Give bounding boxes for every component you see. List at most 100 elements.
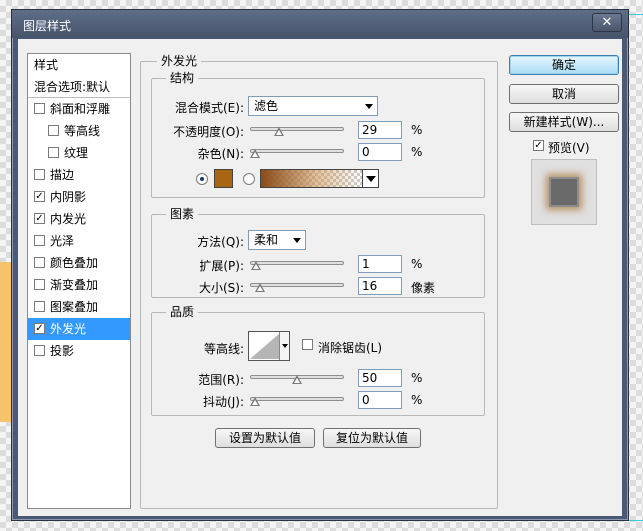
preview-label: 预览(V) <box>548 141 590 155</box>
style-item-checkbox[interactable]: ✓ <box>34 323 45 334</box>
style-item[interactable]: 斜面和浮雕 <box>28 98 130 120</box>
size-unit: 像素 <box>411 281 436 295</box>
style-item-label: 光泽 <box>50 234 75 248</box>
style-item-label: 外发光 <box>50 322 87 336</box>
elements-group: 图素 方法(Q): 柔和 扩展(P): 1 % 大小(S): 16 像素 <box>151 207 485 298</box>
style-item-checkbox[interactable] <box>48 147 59 158</box>
style-item[interactable]: 图案叠加 <box>28 296 130 318</box>
spread-unit: % <box>411 257 423 271</box>
style-item[interactable]: 光泽 <box>28 230 130 252</box>
technique-select[interactable]: 柔和 <box>248 230 306 250</box>
style-item-label: 投影 <box>50 344 75 358</box>
noise-slider-track[interactable] <box>250 149 344 153</box>
noise-label: 杂色(N): <box>197 147 244 161</box>
preview-square <box>549 177 579 207</box>
solid-color-radio[interactable] <box>196 173 208 185</box>
style-item[interactable]: ✓ 内阴影 <box>28 186 130 208</box>
style-item[interactable]: 投影 <box>28 340 130 362</box>
contour-label: 等高线: <box>203 342 244 356</box>
antialias-checkbox[interactable] <box>302 339 313 350</box>
dialog-body: 样式 混合选项:默认 斜面和浮雕等高线纹理描边 ✓ 内阴影 ✓ 内发光光泽颜色叠加渐变叠… <box>18 39 622 516</box>
jitter-slider-thumb[interactable] <box>250 397 260 406</box>
jitter-slider-track[interactable] <box>250 397 344 401</box>
opacity-unit: % <box>411 123 423 137</box>
blend-mode-value: 滤色 <box>254 99 279 113</box>
style-item[interactable]: 颜色叠加 <box>28 252 130 274</box>
technique-label: 方法(Q): <box>197 235 244 249</box>
style-item[interactable]: 描边 <box>28 164 130 186</box>
noise-input[interactable]: 0 <box>358 143 402 161</box>
elements-legend: 图素 <box>166 207 199 221</box>
quality-legend: 品质 <box>166 305 199 319</box>
size-slider-thumb[interactable] <box>255 283 266 292</box>
gradient-radio[interactable] <box>243 173 255 185</box>
spread-slider-track[interactable] <box>250 261 344 265</box>
style-item-label: 内发光 <box>50 212 87 226</box>
preview-checkbox[interactable]: ✓ <box>533 140 544 151</box>
blend-options-item[interactable]: 混合选项:默认 <box>28 76 130 98</box>
glow-gradient-picker[interactable] <box>260 169 363 188</box>
blend-mode-label: 混合模式(E): <box>175 101 244 115</box>
quality-group: 品质 等高线: 消除锯齿(L) 范围(R): 50 % 抖动(J): 0 % <box>151 305 485 416</box>
range-slider-thumb[interactable] <box>292 375 302 384</box>
cancel-button[interactable]: 取消 <box>509 84 619 104</box>
size-input[interactable]: 16 <box>358 277 402 295</box>
ok-button[interactable]: 确定 <box>509 55 619 75</box>
opacity-input[interactable]: 29 <box>358 121 402 139</box>
style-item-checkbox[interactable] <box>34 103 45 114</box>
reset-default-button[interactable]: 复位为默认值 <box>323 428 421 448</box>
style-item-label: 内阴影 <box>50 190 87 204</box>
style-item-checkbox[interactable] <box>34 169 45 180</box>
style-item-checkbox[interactable] <box>34 257 45 268</box>
styles-list: 样式 混合选项:默认 斜面和浮雕等高线纹理描边 ✓ 内阴影 ✓ 内发光光泽颜色叠加渐变叠… <box>27 53 131 509</box>
style-item-checkbox[interactable]: ✓ <box>34 213 45 224</box>
gradient-dropdown-button[interactable] <box>362 169 379 188</box>
blend-mode-select[interactable]: 滤色 <box>248 96 378 116</box>
opacity-slider-thumb[interactable] <box>274 127 285 136</box>
jitter-unit: % <box>411 393 423 407</box>
style-item-checkbox[interactable]: ✓ <box>34 191 45 202</box>
opacity-label: 不透明度(O): <box>173 125 244 139</box>
new-style-button[interactable]: 新建样式(W)... <box>509 112 619 132</box>
style-item-label: 颜色叠加 <box>50 256 99 270</box>
noise-slider-thumb[interactable] <box>250 149 260 158</box>
range-unit: % <box>411 371 423 385</box>
layer-style-dialog: 图层样式 ✕ 样式 混合选项:默认 斜面和浮雕等高线纹理描边 ✓ 内阴影 ✓ 内发光光泽… <box>11 9 629 521</box>
close-button[interactable]: ✕ <box>592 13 622 32</box>
style-item-checkbox[interactable] <box>34 345 45 356</box>
jitter-label: 抖动(J): <box>203 395 244 409</box>
title-bar[interactable]: 图层样式 ✕ <box>12 10 628 38</box>
spread-label: 扩展(P): <box>199 259 244 273</box>
style-item[interactable]: ✓ 内发光 <box>28 208 130 230</box>
style-item-label: 斜面和浮雕 <box>50 102 111 116</box>
style-item-label: 渐变叠加 <box>50 278 99 292</box>
style-item-label: 等高线 <box>64 124 101 138</box>
noise-unit: % <box>411 145 423 159</box>
style-item[interactable]: 等高线 <box>28 120 130 142</box>
spread-slider-thumb[interactable] <box>250 261 261 270</box>
chevron-down-icon[interactable] <box>279 332 289 360</box>
jitter-input[interactable]: 0 <box>358 391 402 409</box>
glow-color-swatch[interactable] <box>214 169 233 188</box>
opacity-slider-track[interactable] <box>250 127 344 131</box>
style-item-label: 描边 <box>50 168 75 182</box>
style-item-checkbox[interactable] <box>34 301 45 312</box>
canvas-guide-strip <box>0 262 11 422</box>
contour-picker[interactable] <box>248 331 290 361</box>
style-item[interactable]: ✓ 外发光 <box>28 318 130 340</box>
make-default-button[interactable]: 设置为默认值 <box>215 428 315 448</box>
structure-legend: 结构 <box>166 71 199 85</box>
spread-input[interactable]: 1 <box>358 255 402 273</box>
style-item[interactable]: 渐变叠加 <box>28 274 130 296</box>
chevron-down-icon <box>365 104 373 109</box>
range-label: 范围(R): <box>198 373 244 387</box>
size-label: 大小(S): <box>198 281 244 295</box>
styles-header[interactable]: 样式 <box>28 54 130 76</box>
style-item-checkbox[interactable] <box>48 125 59 136</box>
style-item[interactable]: 纹理 <box>28 142 130 164</box>
range-input[interactable]: 50 <box>358 369 402 387</box>
dialog-title: 图层样式 <box>23 19 72 33</box>
style-item-label: 纹理 <box>64 146 89 160</box>
style-item-checkbox[interactable] <box>34 279 45 290</box>
style-item-checkbox[interactable] <box>34 235 45 246</box>
